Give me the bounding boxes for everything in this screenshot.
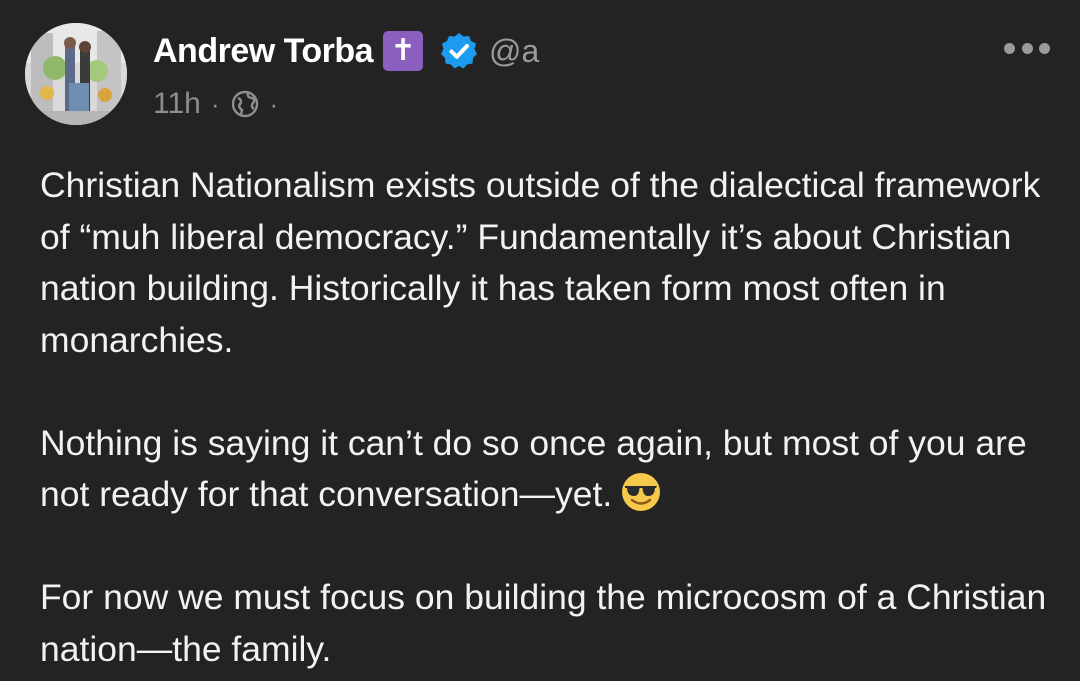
meta-separator: · bbox=[210, 88, 220, 119]
post-paragraph: Christian Nationalism exists outside of … bbox=[40, 165, 1041, 360]
globe-icon bbox=[231, 90, 258, 118]
more-dot bbox=[1004, 42, 1015, 54]
profile-photo-icon bbox=[25, 23, 127, 125]
avatar[interactable] bbox=[25, 23, 127, 125]
post-timestamp[interactable]: 11h bbox=[153, 87, 201, 121]
verified-badge-icon bbox=[441, 33, 478, 69]
post-paragraph-text: Nothing is saying it can’t do so once ag… bbox=[40, 422, 1027, 515]
post-header: Andrew Torba ✝ @a bbox=[153, 26, 539, 76]
post-meta: 11h · · bbox=[153, 84, 288, 124]
author-name[interactable]: Andrew Torba bbox=[153, 32, 374, 71]
post-paragraph-with-emoji: Nothing is saying it can’t do so once ag… bbox=[40, 418, 1050, 521]
more-options-icon[interactable] bbox=[1004, 38, 1050, 58]
more-dot bbox=[1039, 42, 1050, 54]
post-body: Christian Nationalism exists outside of … bbox=[40, 160, 1050, 675]
post-card: Andrew Torba ✝ @a 11h · · Christian Nati… bbox=[0, 0, 1080, 681]
meta-separator-trailing: · bbox=[269, 88, 279, 119]
author-handle[interactable]: @a bbox=[489, 33, 539, 70]
more-dot bbox=[1021, 42, 1033, 54]
smiling-face-with-sunglasses-icon bbox=[622, 473, 661, 511]
cross-badge-icon: ✝ bbox=[383, 31, 424, 71]
post-paragraph: For now we must focus on building the mi… bbox=[40, 577, 1047, 669]
